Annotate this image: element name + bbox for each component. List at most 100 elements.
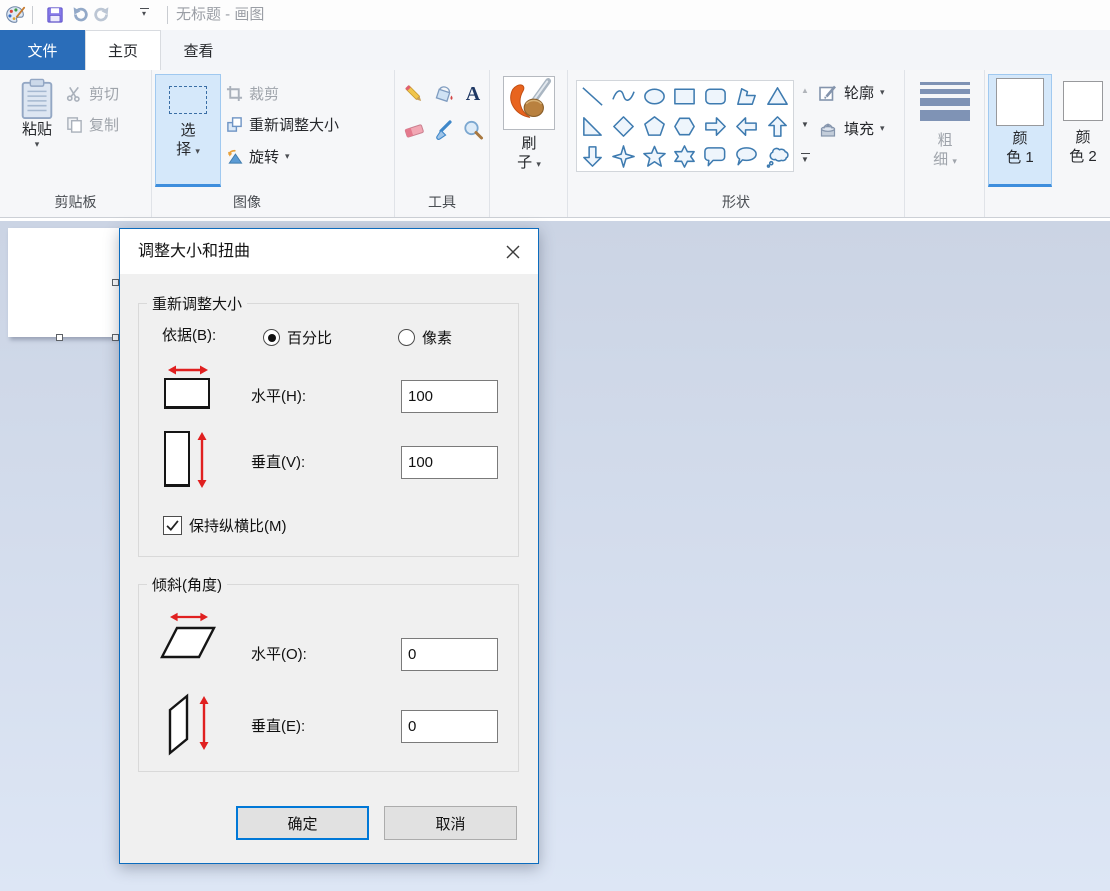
crop-label: 裁剪 xyxy=(249,83,279,104)
shapes-scroll-up-button[interactable]: ▲ xyxy=(796,78,814,102)
ok-button[interactable]: 确定 xyxy=(236,806,369,840)
shape-rounded-rectangle[interactable] xyxy=(700,81,731,111)
select-button[interactable]: 选 择 ▾ xyxy=(155,74,221,187)
shape-right-arrow[interactable] xyxy=(700,111,731,141)
horizontal-arrow-icon xyxy=(168,364,208,376)
shape-six-point-star[interactable] xyxy=(670,141,701,171)
canvas-resize-handle-corner[interactable] xyxy=(112,334,119,341)
color1-label-line2: 色 1 xyxy=(1006,148,1034,167)
eraser-tool-button[interactable] xyxy=(402,118,426,142)
shape-rectangle[interactable] xyxy=(670,81,701,111)
fill-label: 填充 xyxy=(844,118,874,139)
scissors-icon xyxy=(66,85,83,102)
shape-oval-callout[interactable] xyxy=(731,141,762,171)
resize-skew-dialog: 调整大小和扭曲 重新调整大小 依据(B): 百分比 像素 xyxy=(119,228,539,864)
tab-home[interactable]: 主页 xyxy=(85,30,161,70)
pencil-tool-button[interactable] xyxy=(402,82,426,106)
size-button[interactable]: 粗 细 ▾ xyxy=(913,74,977,187)
down-arrow-icon: ▼ xyxy=(801,120,809,129)
shape-hexagon[interactable] xyxy=(670,111,701,141)
pencil-icon xyxy=(403,83,425,105)
skew-group-title: 倾斜(角度) xyxy=(147,574,227,595)
shapes-scroll-down-button[interactable]: ▼ xyxy=(796,112,814,136)
shape-pentagon[interactable] xyxy=(639,111,670,141)
shape-fill-button[interactable]: 填充 ▾ xyxy=(818,118,885,139)
section-label-image: 图像 xyxy=(152,192,342,212)
shape-curve[interactable] xyxy=(608,81,639,111)
fill-tool-button[interactable] xyxy=(432,82,456,106)
shape-cloud-callout[interactable] xyxy=(762,141,793,171)
outline-label: 轮廓 xyxy=(844,82,874,103)
crop-button[interactable]: 裁剪 xyxy=(226,83,279,104)
shape-triangle[interactable] xyxy=(762,81,793,111)
resize-button[interactable]: 重新调整大小 xyxy=(226,114,339,135)
cancel-button[interactable]: 取消 xyxy=(384,806,517,840)
shape-diamond[interactable] xyxy=(608,111,639,141)
rotate-label: 旋转 xyxy=(249,146,279,167)
paste-button[interactable]: 粘贴 ▾ xyxy=(8,74,66,187)
dropdown-icon: ▾ xyxy=(142,10,146,18)
undo-button[interactable] xyxy=(69,4,91,26)
shapes-more-button[interactable]: ▼ xyxy=(796,146,814,170)
skew-horizontal-label: 水平(O): xyxy=(251,638,307,671)
resize-horizontal-input[interactable] xyxy=(401,380,498,413)
shape-ellipse[interactable] xyxy=(639,81,670,111)
shape-rounded-callout[interactable] xyxy=(700,141,731,171)
copy-button[interactable]: 复制 xyxy=(66,114,119,135)
cut-button[interactable]: 剪切 xyxy=(66,83,119,104)
radio-circle xyxy=(263,329,280,346)
brushes-button[interactable]: 刷 子 ▾ xyxy=(498,74,560,187)
dialog-close-button[interactable] xyxy=(494,236,532,268)
resize-vertical-input[interactable] xyxy=(401,446,498,479)
radio-pixels[interactable]: 像素 xyxy=(398,327,452,348)
dropdown-icon: ▾ xyxy=(880,87,885,98)
skew-horizontal-input[interactable] xyxy=(401,638,498,671)
size-label-line1: 粗 xyxy=(937,131,952,150)
vertical-arrow-icon xyxy=(196,432,208,488)
dropdown-icon: ▾ xyxy=(952,156,957,166)
shape-line[interactable] xyxy=(577,81,608,111)
skew-vertical-input[interactable] xyxy=(401,710,498,743)
radio-circle xyxy=(398,329,415,346)
eraser-icon xyxy=(403,119,425,141)
text-tool-button[interactable]: A xyxy=(461,82,485,106)
tab-file[interactable]: 文件 xyxy=(0,30,85,70)
shape-polygon[interactable] xyxy=(731,81,762,111)
qat-separator xyxy=(32,6,33,24)
rotate-button[interactable]: 旋转 ▾ xyxy=(226,146,290,167)
shape-up-arrow[interactable] xyxy=(762,111,793,141)
dialog-title-bar[interactable]: 调整大小和扭曲 xyxy=(120,229,538,274)
canvas-resize-handle-right[interactable] xyxy=(112,279,119,286)
color-picker-tool-button[interactable] xyxy=(432,118,456,142)
resize-label: 重新调整大小 xyxy=(249,114,339,135)
outline-button[interactable]: 轮廓 ▾ xyxy=(818,82,885,103)
canvas-area: 调整大小和扭曲 重新调整大小 依据(B): 百分比 像素 xyxy=(0,221,1110,891)
horizontal-skew-icon xyxy=(158,623,218,663)
save-button[interactable] xyxy=(44,4,66,26)
ribbon: 粘贴 ▾ 剪切 复制 剪贴板 xyxy=(0,70,1110,218)
section-label-clipboard: 剪贴板 xyxy=(0,192,151,212)
redo-button[interactable] xyxy=(91,4,113,26)
color2-label-line2: 色 2 xyxy=(1069,147,1097,166)
color1-button[interactable]: 颜 色 1 xyxy=(988,74,1052,187)
maintain-aspect-checkbox[interactable]: 保持纵横比(M) xyxy=(163,515,287,536)
magnifier-tool-button[interactable] xyxy=(461,118,485,142)
clipboard-icon xyxy=(20,78,54,120)
drawing-canvas[interactable] xyxy=(8,228,119,337)
section-image: 选 择 ▾ 裁剪 重新调整大小 xyxy=(152,70,395,217)
copy-icon xyxy=(66,116,83,133)
shape-left-arrow[interactable] xyxy=(731,111,762,141)
color2-label-line1: 颜 xyxy=(1075,128,1090,147)
horizontal-resize-icon xyxy=(164,378,210,409)
shape-four-point-star[interactable] xyxy=(608,141,639,171)
shape-right-triangle[interactable] xyxy=(577,111,608,141)
canvas-resize-handle-bottom[interactable] xyxy=(56,334,63,341)
qat-dropdown-button[interactable]: ▾ xyxy=(138,8,150,22)
resize-horizontal-label: 水平(H): xyxy=(251,380,306,413)
shape-five-point-star[interactable] xyxy=(639,141,670,171)
radio-percentage[interactable]: 百分比 xyxy=(263,327,332,348)
shape-down-arrow[interactable] xyxy=(577,141,608,171)
vertical-arrow-icon xyxy=(198,696,210,750)
tab-view[interactable]: 查看 xyxy=(161,30,236,70)
color2-button[interactable]: 颜 色 2 xyxy=(1056,74,1110,187)
